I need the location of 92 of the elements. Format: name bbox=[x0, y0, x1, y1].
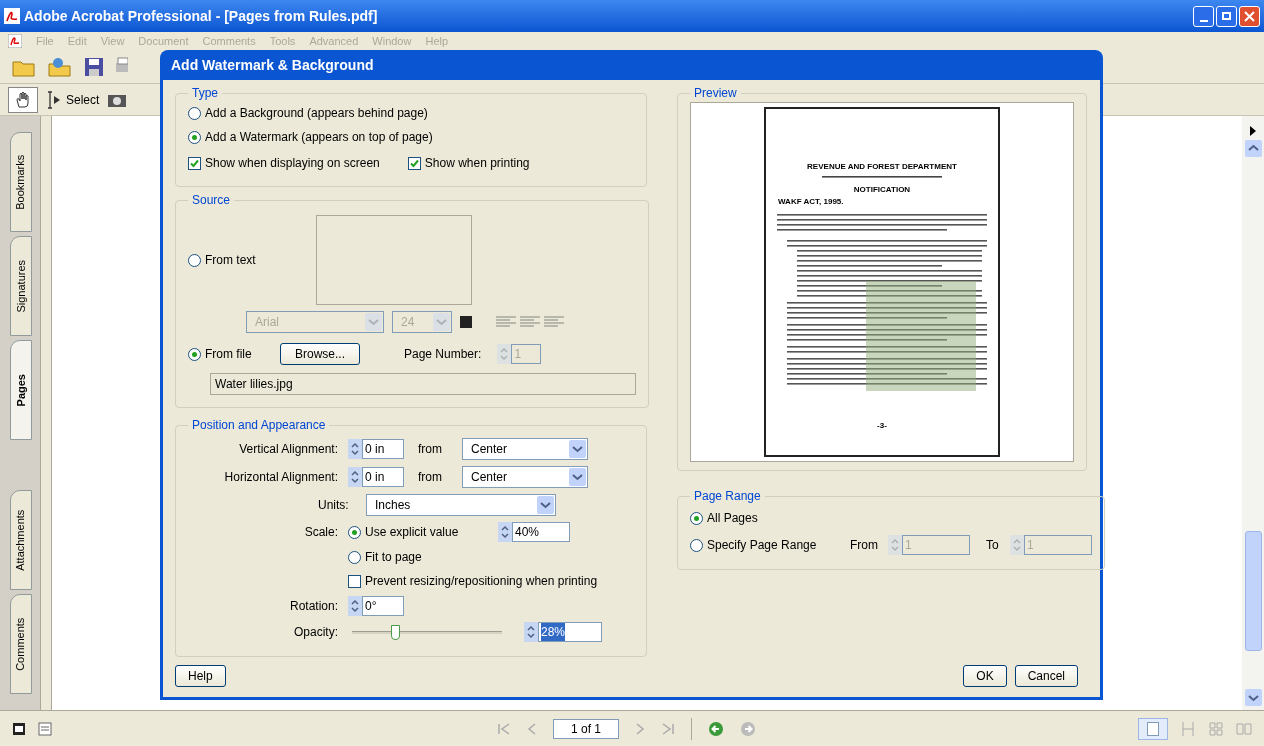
label: from bbox=[418, 469, 443, 486]
label: from bbox=[418, 441, 443, 458]
triangle-right-icon[interactable] bbox=[1249, 126, 1257, 136]
radio-label: From file bbox=[205, 346, 252, 363]
dropdown[interactable]: Center bbox=[462, 466, 588, 488]
slider-thumb[interactable] bbox=[391, 624, 401, 640]
side-tab[interactable]: Comments bbox=[10, 594, 32, 694]
page-number: -3- bbox=[877, 420, 887, 432]
label: Opacity: bbox=[294, 625, 338, 639]
input-field[interactable]: 0 in bbox=[362, 467, 404, 487]
dropdown[interactable]: Inches bbox=[366, 494, 556, 516]
radio-button[interactable] bbox=[188, 130, 201, 144]
radio-button[interactable] bbox=[348, 525, 361, 539]
page-subheading: WAKF ACT, 1995. bbox=[778, 196, 844, 208]
hand-icon bbox=[14, 90, 32, 109]
button[interactable]: Browse... bbox=[280, 343, 360, 365]
group-title: Page Range bbox=[693, 488, 762, 505]
radio-label: Add a Background (appears behind page) bbox=[205, 105, 428, 122]
save-icon[interactable] bbox=[84, 56, 104, 77]
radio-label: Use explicit value bbox=[365, 524, 459, 541]
chevron-up-icon[interactable] bbox=[1244, 140, 1262, 157]
close-icon bbox=[1244, 10, 1255, 22]
chevron-down-icon bbox=[433, 313, 450, 331]
folder-globe-icon[interactable] bbox=[48, 56, 72, 77]
close-button[interactable] bbox=[1239, 5, 1260, 27]
checkbox-label: Show when displaying on screen bbox=[205, 155, 380, 172]
spinner-arrows-icon[interactable] bbox=[348, 439, 362, 459]
side-tab[interactable]: Signatures bbox=[10, 236, 32, 336]
hand-tool-button[interactable] bbox=[8, 86, 38, 113]
page-icon[interactable] bbox=[12, 721, 26, 736]
checkbox[interactable] bbox=[407, 156, 421, 170]
chevron-down-icon bbox=[569, 468, 586, 486]
label: From bbox=[850, 537, 879, 554]
scroll-thumb[interactable] bbox=[1244, 531, 1262, 651]
input-field[interactable]: 0° bbox=[362, 596, 404, 616]
page-heading: REVENUE AND FOREST DEPARTMENT bbox=[807, 161, 957, 173]
spinner-arrows-icon[interactable] bbox=[348, 467, 362, 487]
scroll-bar[interactable] bbox=[1242, 116, 1264, 710]
input-field[interactable]: 28% bbox=[538, 622, 602, 642]
document-icon bbox=[8, 34, 22, 48]
list-icon[interactable] bbox=[38, 721, 52, 736]
minimize-button[interactable] bbox=[1193, 5, 1214, 27]
button[interactable]: Help bbox=[175, 665, 226, 687]
radio-label: From text bbox=[205, 252, 256, 269]
text-cursor-icon bbox=[46, 90, 62, 109]
checkbox[interactable] bbox=[348, 574, 361, 588]
checkbox-label: Prevent resizing/repositioning when printing bbox=[365, 573, 598, 590]
radio-button[interactable] bbox=[188, 347, 201, 361]
spinner-arrows-icon[interactable] bbox=[498, 522, 512, 542]
spinner-arrows-icon[interactable] bbox=[348, 596, 362, 616]
spinner-arrows-icon[interactable] bbox=[524, 622, 538, 642]
input-field[interactable]: 40% bbox=[512, 522, 570, 542]
restore-button[interactable] bbox=[1216, 5, 1237, 27]
input-field[interactable]: 0 in bbox=[362, 439, 404, 459]
button[interactable]: OK bbox=[963, 665, 1007, 687]
group-title: Position and Appearance bbox=[191, 417, 327, 434]
radio-button[interactable] bbox=[188, 106, 201, 120]
label: Units: bbox=[318, 497, 350, 514]
side-tab[interactable]: Bookmarks bbox=[10, 132, 32, 232]
dropdown[interactable]: Center bbox=[462, 438, 588, 460]
file-name-field[interactable]: Water lilies.jpg bbox=[210, 373, 636, 395]
radio-label: Fit to page bbox=[365, 549, 422, 566]
chevron-down-icon[interactable] bbox=[1244, 689, 1262, 706]
radio-button[interactable] bbox=[348, 550, 361, 564]
page-number-field[interactable]: 1 of 1 bbox=[553, 718, 619, 739]
color-swatch[interactable] bbox=[460, 316, 472, 328]
side-tab[interactable]: Attachments bbox=[10, 490, 32, 590]
single-page-button[interactable] bbox=[1138, 717, 1168, 740]
side-tab[interactable]: Pages bbox=[10, 340, 32, 440]
checkbox-label: Show when printing bbox=[424, 155, 530, 172]
button[interactable]: Cancel bbox=[1014, 665, 1078, 687]
chevron-down-icon bbox=[569, 440, 586, 458]
radio-label: Add a Watermark (appears on top of page) bbox=[205, 129, 433, 146]
label: Horizontal Alignment: bbox=[224, 470, 338, 484]
chevron-down-icon bbox=[365, 313, 382, 331]
group-title: Type bbox=[191, 85, 219, 102]
group-title: Source bbox=[191, 192, 232, 209]
page-heading: NOTIFICATION bbox=[853, 184, 911, 196]
label: To bbox=[986, 537, 1000, 554]
dialog-title: Add Watermark & Background bbox=[171, 55, 374, 75]
radio-label: All Pages bbox=[707, 510, 758, 527]
label: Vertical Alignment: bbox=[239, 442, 338, 456]
radio-label: Specify Page Range bbox=[707, 537, 817, 554]
chevron-down-icon bbox=[537, 496, 554, 514]
select-tool-button[interactable]: Select bbox=[46, 90, 100, 109]
label: Scale: bbox=[304, 525, 338, 539]
window-title: Adobe Acrobat Professional - [Pages from Rules.pdf] bbox=[24, 6, 378, 26]
label: Page Number: bbox=[404, 346, 482, 363]
app-logo-icon bbox=[4, 8, 20, 24]
checkbox[interactable] bbox=[188, 156, 201, 170]
group-title: Preview bbox=[693, 85, 738, 102]
label: Rotation: bbox=[289, 599, 338, 613]
